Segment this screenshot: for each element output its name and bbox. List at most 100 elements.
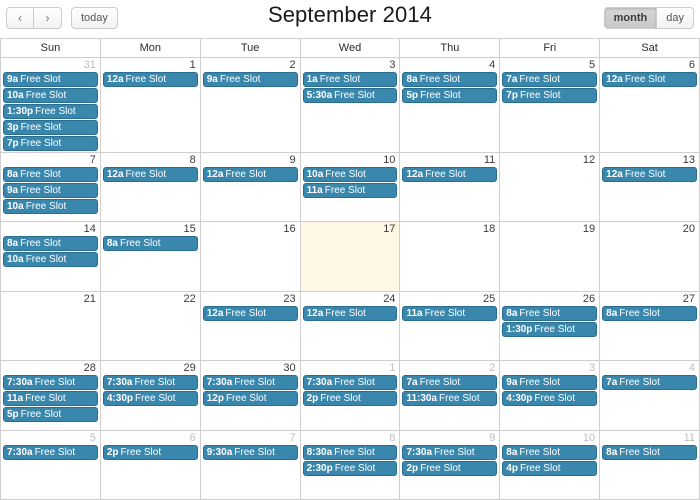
calendar-event[interactable]: 4p Free Slot: [502, 460, 598, 476]
day-cell[interactable]: 20: [600, 222, 700, 291]
day-cell[interactable]: 27 8a Free Slot: [600, 291, 700, 361]
calendar-event[interactable]: 9:30a Free Slot: [202, 444, 298, 460]
day-cell[interactable]: 9 12a Free Slot: [200, 153, 301, 222]
day-cell[interactable]: 19: [500, 222, 601, 291]
day-cell[interactable]: 15 8a Free Slot: [100, 222, 201, 291]
calendar-event[interactable]: 7:30a Free Slot: [402, 444, 498, 460]
day-cell[interactable]: 5 7:30a Free Slot: [1, 430, 101, 500]
day-cell[interactable]: 31 9a Free Slot 10a Free Slot 1:30p Free Slot 3…: [1, 58, 101, 152]
calendar-event[interactable]: 8a Free Slot: [502, 444, 598, 460]
calendar-event[interactable]: 12a Free Slot: [402, 167, 498, 182]
day-cell[interactable]: 25 11a Free Slot: [400, 291, 501, 361]
calendar-event[interactable]: 11a Free Slot: [302, 183, 398, 198]
calendar-event[interactable]: 10a Free Slot: [3, 88, 98, 103]
calendar-event[interactable]: 2p Free Slot: [102, 444, 198, 460]
calendar-event[interactable]: 1:30p Free Slot: [502, 321, 598, 337]
calendar-event[interactable]: 7p Free Slot: [502, 88, 598, 103]
day-cell[interactable]: 3 9a Free Slot 4:30p Free Slot: [500, 361, 601, 430]
calendar-event[interactable]: 11:30a Free Slot: [402, 391, 498, 407]
calendar-event[interactable]: 8a Free Slot: [602, 444, 698, 460]
day-cell[interactable]: 11 12a Free Slot: [400, 153, 501, 222]
calendar-event[interactable]: 10a Free Slot: [302, 167, 398, 182]
day-cell[interactable]: 3 1a Free Slot 5:30a Free Slot: [300, 58, 401, 152]
day-cell[interactable]: 11 8a Free Slot: [600, 430, 700, 500]
calendar-event[interactable]: 8a Free Slot: [102, 236, 198, 252]
today-button[interactable]: today: [71, 7, 118, 29]
day-cell[interactable]: 6 2p Free Slot: [100, 430, 201, 500]
calendar-event[interactable]: 12a Free Slot: [202, 167, 298, 182]
calendar-event[interactable]: 8a Free Slot: [502, 305, 598, 321]
calendar-event[interactable]: 12p Free Slot: [202, 391, 298, 407]
day-cell[interactable]: 7 9:30a Free Slot: [200, 430, 301, 500]
calendar-event[interactable]: 7:30a Free Slot: [302, 375, 398, 391]
day-cell[interactable]: 14 8a Free Slot 10a Free Slot: [1, 222, 101, 291]
day-cell[interactable]: 30 7:30a Free Slot 12p Free Slot: [200, 361, 301, 430]
day-cell[interactable]: 16: [200, 222, 301, 291]
calendar-event[interactable]: 9a Free Slot: [3, 72, 98, 87]
calendar-event[interactable]: 8a Free Slot: [602, 305, 698, 321]
calendar-event[interactable]: 11a Free Slot: [402, 305, 498, 321]
calendar-event[interactable]: 12a Free Slot: [602, 72, 698, 87]
calendar-event[interactable]: 8a Free Slot: [3, 236, 98, 252]
calendar-event[interactable]: 4:30p Free Slot: [502, 391, 598, 407]
day-cell[interactable]: 17: [300, 222, 401, 291]
day-cell[interactable]: 26 8a Free Slot 1:30p Free Slot: [500, 291, 601, 361]
calendar-event[interactable]: 1:30p Free Slot: [3, 104, 98, 119]
calendar-event[interactable]: 10a Free Slot: [3, 252, 98, 268]
day-cell[interactable]: 6 12a Free Slot: [600, 58, 700, 152]
calendar-event[interactable]: 8a Free Slot: [402, 72, 498, 87]
calendar-event[interactable]: 10a Free Slot: [3, 199, 98, 214]
day-cell[interactable]: 10 10a Free Slot 11a Free Slot: [300, 153, 401, 222]
calendar-event[interactable]: 7:30a Free Slot: [3, 375, 98, 391]
day-cell[interactable]: 22: [100, 291, 201, 361]
calendar-event[interactable]: 2p Free Slot: [302, 391, 398, 407]
month-view-button[interactable]: month: [603, 7, 658, 29]
day-cell[interactable]: 21: [1, 291, 101, 361]
calendar-event[interactable]: 7a Free Slot: [602, 375, 698, 391]
calendar-event[interactable]: 9a Free Slot: [202, 72, 298, 87]
day-cell[interactable]: 12: [500, 153, 601, 222]
day-cell[interactable]: 7 8a Free Slot 9a Free Slot 10a Free Slot: [1, 153, 101, 222]
calendar-event[interactable]: 12a Free Slot: [102, 167, 198, 182]
calendar-event[interactable]: 1a Free Slot: [302, 72, 398, 87]
day-cell[interactable]: 28 7:30a Free Slot 11a Free Slot 5p Free Slot: [1, 361, 101, 430]
day-cell[interactable]: 18: [400, 222, 501, 291]
calendar-event[interactable]: 5p Free Slot: [402, 88, 498, 103]
calendar-event[interactable]: 8a Free Slot: [3, 167, 98, 182]
calendar-event[interactable]: 12a Free Slot: [302, 305, 398, 321]
day-cell[interactable]: 29 7:30a Free Slot 4:30p Free Slot: [100, 361, 201, 430]
day-cell[interactable]: 8 8:30a Free Slot 2:30p Free Slot: [300, 430, 401, 500]
calendar-event[interactable]: 8:30a Free Slot: [302, 444, 398, 460]
calendar-event[interactable]: 7a Free Slot: [502, 72, 598, 87]
calendar-event[interactable]: 9a Free Slot: [502, 375, 598, 391]
calendar-event[interactable]: 4:30p Free Slot: [102, 391, 198, 407]
day-cell[interactable]: 1 12a Free Slot: [100, 58, 201, 152]
calendar-event[interactable]: 2:30p Free Slot: [302, 460, 398, 476]
calendar-event[interactable]: 5p Free Slot: [3, 407, 98, 423]
day-cell[interactable]: 13 12a Free Slot: [600, 153, 700, 222]
day-cell[interactable]: 4 7a Free Slot: [600, 361, 700, 430]
calendar-event[interactable]: 7p Free Slot: [3, 136, 98, 151]
calendar-event[interactable]: 7:30a Free Slot: [3, 444, 98, 460]
calendar-event[interactable]: 11a Free Slot: [3, 391, 98, 407]
day-cell[interactable]: 10 8a Free Slot 4p Free Slot: [500, 430, 601, 500]
day-cell[interactable]: 2 7a Free Slot 11:30a Free Slot: [400, 361, 501, 430]
day-cell[interactable]: 5 7a Free Slot 7p Free Slot: [500, 58, 601, 152]
day-cell[interactable]: 24 12a Free Slot: [300, 291, 401, 361]
calendar-event[interactable]: 7a Free Slot: [402, 375, 498, 391]
day-cell[interactable]: 4 8a Free Slot 5p Free Slot: [400, 58, 501, 152]
day-cell[interactable]: 23 12a Free Slot: [200, 291, 301, 361]
calendar-event[interactable]: 5:30a Free Slot: [302, 88, 398, 103]
calendar-event[interactable]: 7:30a Free Slot: [202, 375, 298, 391]
next-month-button[interactable]: ›: [34, 7, 62, 29]
calendar-event[interactable]: 9a Free Slot: [3, 183, 98, 198]
calendar-event[interactable]: 3p Free Slot: [3, 120, 98, 135]
calendar-event[interactable]: 12a Free Slot: [102, 72, 198, 87]
calendar-event[interactable]: 12a Free Slot: [602, 167, 698, 182]
day-cell[interactable]: 8 12a Free Slot: [100, 153, 201, 222]
calendar-event[interactable]: 12a Free Slot: [202, 305, 298, 321]
day-view-button[interactable]: day: [657, 7, 694, 29]
prev-month-button[interactable]: ‹: [6, 7, 34, 29]
calendar-event[interactable]: 2p Free Slot: [402, 460, 498, 476]
day-cell[interactable]: 2 9a Free Slot: [200, 58, 301, 152]
